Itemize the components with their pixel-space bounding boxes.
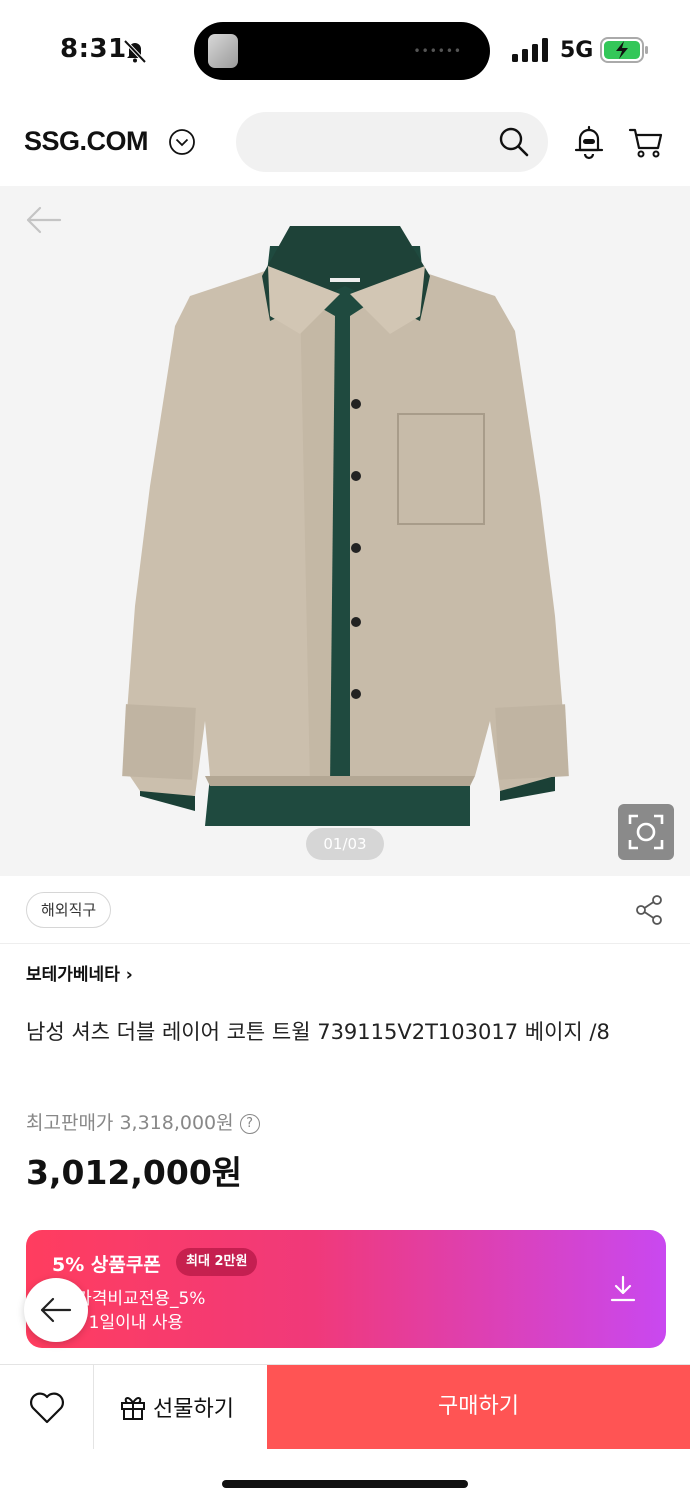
cart-icon[interactable] (628, 124, 664, 160)
download-icon[interactable] (608, 1274, 638, 1304)
gift-button[interactable]: 선물하기 (95, 1365, 267, 1449)
status-time: 8:31 (60, 34, 127, 64)
back-arrow-icon[interactable] (24, 204, 62, 236)
help-icon[interactable]: ? (239, 1114, 260, 1134)
network-label: 5G (560, 38, 594, 63)
back-arrow-icon (40, 1297, 72, 1323)
share-icon[interactable] (634, 894, 664, 926)
coupon-title: 5% 상품쿠폰 (52, 1254, 161, 1276)
gift-icon (121, 1397, 145, 1420)
gift-label: 선물하기 (153, 1397, 234, 1422)
island-dots-icon: •••••• (413, 44, 462, 58)
app-header: SSG.COM (0, 100, 690, 186)
bell-slash-icon (123, 39, 147, 64)
bottom-action-bar: 선물하기 구매하기 (0, 1364, 690, 1449)
sale-price: 3,012,000원 (26, 1153, 243, 1192)
search-input[interactable] (236, 112, 548, 172)
island-thumbnail (208, 34, 238, 68)
signal-icon (512, 38, 548, 62)
coupon-banner[interactable]: 5% 상품쿠폰 최대 2만원 반_가격비교전용_5% 로드 1일이내 사용 (26, 1230, 666, 1348)
ssg-logo[interactable]: SSG.COM (24, 126, 149, 157)
image-counter: 01/03 (306, 828, 384, 860)
chevron-down-icon[interactable] (168, 128, 196, 156)
bell-icon[interactable] (572, 124, 606, 160)
lens-search-icon (628, 814, 664, 850)
like-button[interactable] (0, 1365, 94, 1449)
heart-icon (30, 1392, 64, 1424)
original-price: 최고판매가 3,318,000원 (26, 1112, 234, 1134)
brand-link[interactable]: 보테가베네타 › (26, 960, 133, 985)
dynamic-island: •••••• (194, 22, 490, 80)
lens-search-button[interactable] (618, 804, 674, 860)
home-indicator[interactable] (222, 1480, 468, 1488)
buy-button[interactable]: 구매하기 (267, 1365, 690, 1449)
tag-row: 해외직구 (0, 876, 690, 944)
search-icon[interactable] (498, 126, 530, 158)
product-photo (122, 226, 569, 826)
product-title: 남성 셔츠 더블 레이어 코튼 트윌 739115V2T103017 베이지 /… (26, 1020, 610, 1044)
status-bar: 8:31 •••••• 5G (0, 0, 690, 100)
product-image-gallery[interactable]: 01/03 (0, 186, 690, 876)
floating-back-button[interactable] (24, 1278, 88, 1342)
battery-charging-icon (600, 37, 648, 63)
coupon-limit-badge: 최대 2만원 (176, 1248, 258, 1276)
original-price-row: 최고판매가 3,318,000원? (26, 1108, 260, 1135)
overseas-tag: 해외직구 (26, 892, 112, 928)
